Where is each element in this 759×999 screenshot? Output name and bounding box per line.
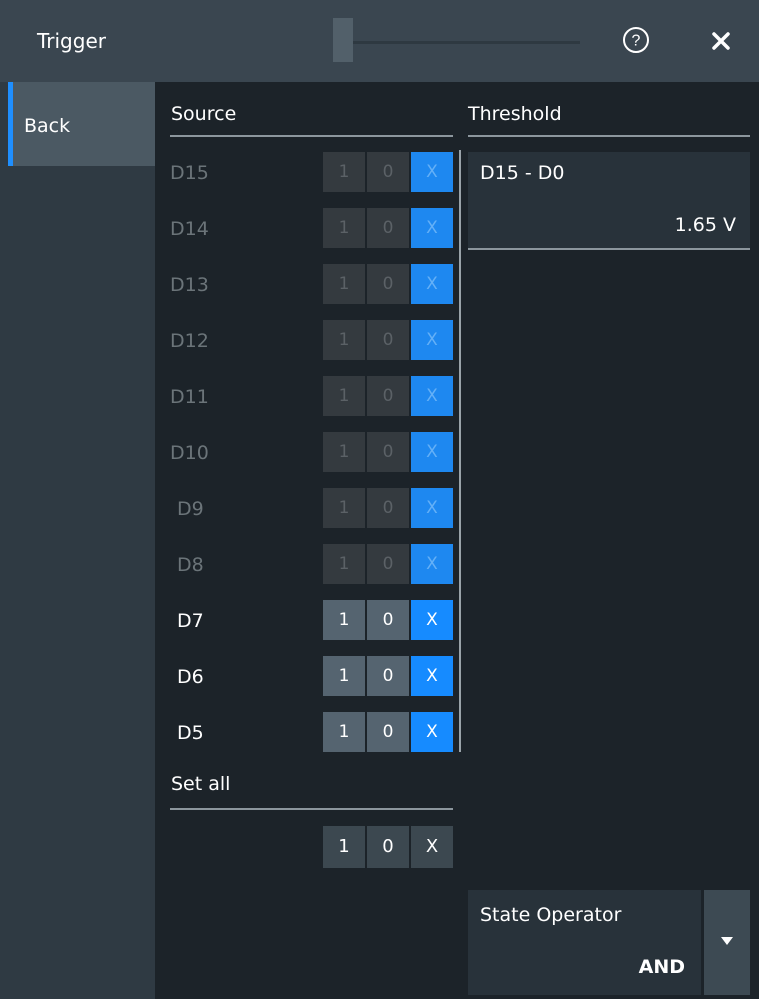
state-1-button: 1 [323,152,365,192]
state-0-button: 0 [367,320,409,360]
dialog-title: Trigger [37,29,106,53]
state-0-button[interactable]: 0 [367,656,409,696]
source-state-selector: 1 0 X [323,376,453,416]
state-0-button: 0 [367,376,409,416]
state-1-button: 1 [323,320,365,360]
source-row-d15: D15 1 0 X [170,152,460,208]
source-state-selector: 1 0 X [323,152,453,192]
state-x-button: X [411,152,453,192]
source-row-label: D8 [177,554,204,576]
source-state-selector: 1 0 X [323,712,453,752]
source-row-label: D9 [177,498,204,520]
state-0-button[interactable]: 0 [367,712,409,752]
state-1-button[interactable]: 1 [323,656,365,696]
set-all-1-button[interactable]: 1 [323,826,365,868]
source-row-d10: D10 1 0 X [170,432,460,488]
source-row-d9: D9 1 0 X [170,488,460,544]
source-row-label: D13 [170,274,209,296]
source-rows: D15 1 0 X D14 1 0 X D13 1 0 X D12 1 0 X … [170,152,460,768]
state-operator-dropdown-button[interactable] [704,890,750,995]
threshold-heading: Threshold [468,103,562,125]
source-row-label: D7 [177,610,204,632]
state-x-button[interactable]: X [411,656,453,696]
state-1-button: 1 [323,488,365,528]
state-1-button[interactable]: 1 [323,712,365,752]
state-x-button: X [411,208,453,248]
source-row-label: D12 [170,330,209,352]
help-icon[interactable]: ? [622,26,650,54]
state-x-button: X [411,376,453,416]
state-0-button: 0 [367,264,409,304]
state-0-button: 0 [367,208,409,248]
source-row-d7: D7 1 0 X [170,600,460,656]
state-operator-value: AND [638,956,685,978]
slider-track[interactable] [353,41,580,44]
state-operator-label: State Operator [480,904,622,926]
source-state-selector: 1 0 X [323,320,453,360]
state-1-button: 1 [323,432,365,472]
set-all-0-button[interactable]: 0 [367,826,409,868]
state-x-button: X [411,264,453,304]
source-row-label: D11 [170,386,209,408]
source-row-d12: D12 1 0 X [170,320,460,376]
state-x-button: X [411,544,453,584]
source-row-label: D5 [177,722,204,744]
source-scroll-divider [459,150,461,752]
source-row-label: D14 [170,218,209,240]
state-1-button: 1 [323,264,365,304]
source-row-label: D15 [170,162,209,184]
threshold-channel-label: D15 - D0 [480,162,565,184]
state-x-button: X [411,320,453,360]
source-row-d14: D14 1 0 X [170,208,460,264]
set-all-heading: Set all [171,773,231,795]
state-0-button: 0 [367,432,409,472]
state-0-button: 0 [367,488,409,528]
threshold-heading-divider [468,135,750,137]
state-x-button: X [411,488,453,528]
source-row-label: D6 [177,666,204,688]
source-state-selector: 1 0 X [323,208,453,248]
back-button-label: Back [24,115,71,137]
state-1-button: 1 [323,376,365,416]
source-heading: Source [171,103,237,125]
title-bar: Trigger ? [0,0,759,82]
state-x-button[interactable]: X [411,712,453,752]
state-0-button: 0 [367,152,409,192]
source-row-d8: D8 1 0 X [170,544,460,600]
source-heading-divider [170,135,453,137]
back-button-accent [8,82,13,166]
source-row-label: D10 [170,442,209,464]
close-icon[interactable] [708,28,734,54]
back-button[interactable]: Back [8,82,155,166]
state-1-button: 1 [323,208,365,248]
source-state-selector: 1 0 X [323,488,453,528]
source-row-d13: D13 1 0 X [170,264,460,320]
svg-text:?: ? [632,33,641,50]
caret-down-icon [721,937,733,945]
state-operator-field[interactable]: State Operator AND [468,890,701,995]
threshold-value: 1.65 V [674,214,736,236]
source-state-selector: 1 0 X [323,544,453,584]
source-row-d5: D5 1 0 X [170,712,460,768]
source-row-d6: D6 1 0 X [170,656,460,712]
state-0-button[interactable]: 0 [367,600,409,640]
state-1-button: 1 [323,544,365,584]
state-x-button: X [411,432,453,472]
source-state-selector: 1 0 X [323,656,453,696]
threshold-field[interactable]: D15 - D0 1.65 V [468,152,750,250]
set-all-selector: 1 0 X [323,826,453,868]
state-x-button[interactable]: X [411,600,453,640]
set-all-x-button[interactable]: X [411,826,453,868]
state-1-button[interactable]: 1 [323,600,365,640]
state-0-button: 0 [367,544,409,584]
source-state-selector: 1 0 X [323,432,453,472]
source-row-d11: D11 1 0 X [170,376,460,432]
source-state-selector: 1 0 X [323,600,453,640]
threshold-underline [468,248,750,250]
source-state-selector: 1 0 X [323,264,453,304]
sidebar: Back [0,82,155,999]
set-all-divider [170,808,453,810]
slider-handle[interactable] [333,18,353,62]
